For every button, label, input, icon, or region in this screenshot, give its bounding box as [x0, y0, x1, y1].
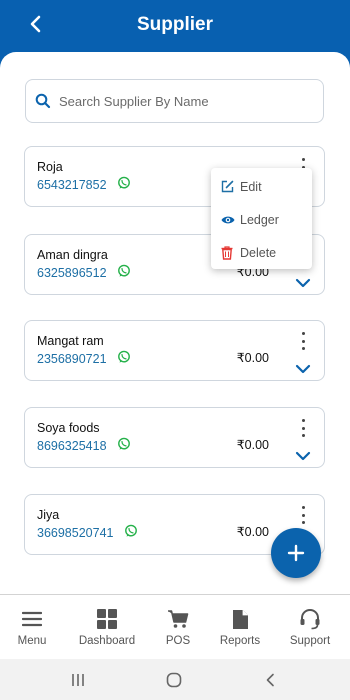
nav-item-reports[interactable]: Reports — [215, 595, 265, 660]
system-back-button[interactable] — [260, 670, 280, 690]
trash-icon — [221, 245, 233, 260]
nav-item-support[interactable]: Support — [285, 595, 335, 660]
supplier-phone[interactable]: 8696325418 — [37, 439, 107, 453]
menu-item-label: Ledger — [240, 212, 279, 227]
more-options-button[interactable] — [298, 419, 308, 437]
edit-icon — [221, 180, 234, 193]
supplier-phone[interactable]: 6325896512 — [37, 266, 107, 280]
supplier-screen: Supplier Roja 6543217852 Aman dingra 632… — [0, 0, 350, 700]
whatsapp-icon[interactable] — [117, 176, 131, 190]
document-icon — [232, 609, 248, 629]
supplier-phone[interactable]: 6543217852 — [37, 178, 107, 192]
whatsapp-icon[interactable] — [124, 524, 138, 538]
bottom-navigation: Menu Dashboard POS Reports Support — [0, 594, 350, 659]
system-navigation-bar — [0, 659, 350, 700]
whatsapp-icon[interactable] — [117, 350, 131, 364]
more-options-button[interactable] — [298, 506, 308, 524]
menu-item-delete[interactable]: Delete — [211, 236, 312, 269]
home-button[interactable] — [164, 670, 184, 690]
nav-label: POS — [165, 635, 191, 647]
nav-item-dashboard[interactable]: Dashboard — [72, 595, 142, 660]
chevron-down-icon[interactable] — [294, 450, 312, 462]
supplier-phone[interactable]: 36698520741 — [37, 526, 113, 540]
page-title: Supplier — [136, 14, 213, 35]
menu-item-label: Edit — [240, 179, 262, 194]
grid-icon — [97, 609, 117, 629]
eye-icon — [221, 216, 235, 223]
nav-item-pos[interactable]: POS — [158, 595, 198, 660]
plus-icon — [287, 544, 305, 562]
supplier-name: Mangat ram — [37, 334, 104, 348]
add-supplier-button[interactable] — [271, 528, 321, 578]
supplier-card[interactable]: Mangat ram 2356890721 ₹0.00 — [24, 320, 325, 381]
supplier-phone[interactable]: 2356890721 — [37, 352, 107, 366]
nav-label: Menu — [17, 635, 47, 647]
home-icon — [166, 672, 182, 688]
supplier-balance: ₹0.00 — [236, 525, 269, 539]
context-menu: Edit Ledger Delete — [211, 168, 312, 269]
menu-item-label: Delete — [240, 245, 277, 260]
nav-label: Support — [289, 635, 331, 647]
menu-item-ledger[interactable]: Ledger — [211, 203, 312, 236]
more-options-button[interactable] — [298, 332, 308, 350]
menu-item-edit[interactable]: Edit — [211, 170, 312, 203]
search-bar[interactable] — [25, 79, 324, 123]
search-icon — [35, 93, 51, 109]
supplier-balance: ₹0.00 — [236, 438, 269, 452]
supplier-name: Roja — [37, 160, 63, 174]
recents-icon — [72, 674, 84, 686]
headset-icon — [300, 608, 320, 630]
supplier-name: Soya foods — [37, 421, 100, 435]
supplier-balance: ₹0.00 — [236, 351, 269, 365]
supplier-card[interactable]: Soya foods 8696325418 ₹0.00 — [24, 407, 325, 468]
chevron-down-icon[interactable] — [294, 363, 312, 375]
whatsapp-icon[interactable] — [117, 437, 131, 451]
nav-label: Reports — [219, 635, 261, 647]
supplier-name: Jiya — [37, 508, 60, 522]
recents-button[interactable] — [68, 670, 88, 690]
nav-item-menu[interactable]: Menu — [12, 595, 52, 660]
supplier-name: Aman dingra — [37, 248, 108, 262]
search-input[interactable] — [59, 80, 314, 122]
cart-icon — [168, 610, 189, 628]
back-icon — [266, 673, 274, 687]
chevron-down-icon[interactable] — [294, 277, 312, 289]
whatsapp-icon[interactable] — [117, 264, 131, 278]
hamburger-icon — [22, 611, 42, 627]
nav-label: Dashboard — [78, 635, 136, 647]
